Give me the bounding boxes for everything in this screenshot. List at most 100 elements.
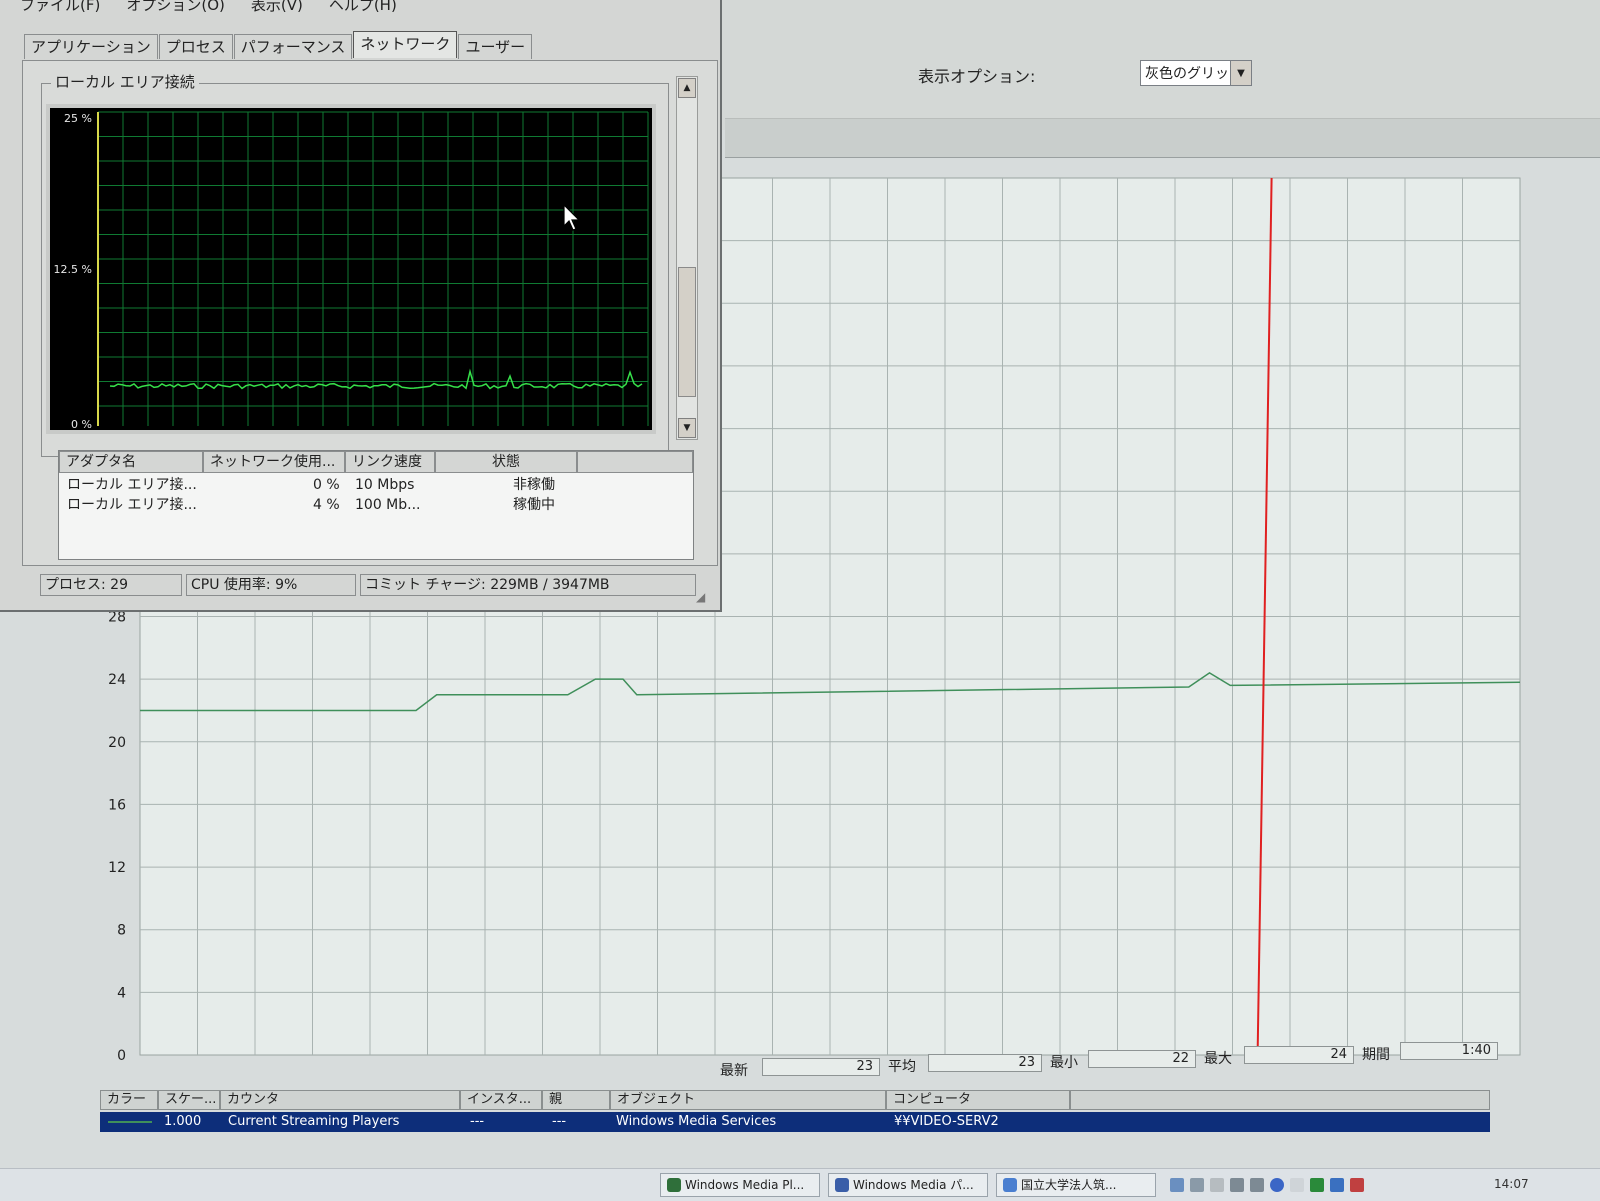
stat-max-value: 24: [1244, 1046, 1354, 1064]
adapter-state: 非稼働: [513, 477, 555, 493]
grid-option-value: 灰色のグリッド: [1145, 66, 1230, 82]
counter-color-swatch: [108, 1121, 152, 1123]
graph-y-label: 25 %: [64, 112, 92, 125]
stat-min-label: 最小: [1050, 1055, 1078, 1071]
taskbar-clock[interactable]: 14:07: [1494, 1177, 1529, 1191]
counter-scale: 1.000: [164, 1114, 202, 1129]
perf-y-tick-label: 20: [108, 735, 126, 751]
tab-performance[interactable]: パフォーマンス: [233, 34, 353, 59]
adapter-speed: 100 Mb...: [355, 497, 421, 513]
grid-option-select[interactable]: 灰色のグリッド ▼: [1140, 60, 1252, 86]
scroll-thumb[interactable]: [678, 267, 696, 397]
perf-y-tick-label: 16: [108, 797, 126, 813]
perf-y-tick-label: 12: [108, 860, 126, 876]
stat-avg-value: 23: [928, 1054, 1042, 1072]
chevron-down-icon[interactable]: ▼: [1230, 61, 1251, 85]
stat-duration-value: 1:40: [1400, 1042, 1498, 1060]
counter-name: Current Streaming Players: [228, 1114, 400, 1129]
task-manager-window: ファイル(F) オプション(O) 表示(V) ヘルプ(H) アプリケーション プ…: [0, 0, 722, 612]
column-header-spacer: [577, 451, 693, 473]
media-player-icon: [667, 1178, 681, 1192]
column-header-object[interactable]: オブジェクト: [610, 1090, 886, 1110]
tab-users[interactable]: ユーザー: [458, 34, 533, 59]
tray-monitor-icon[interactable]: [1310, 1178, 1324, 1192]
counter-table: カラー スケー... カウンタ インスタ... 親 オブジェクト コンピュータ …: [100, 1090, 1490, 1140]
network-usage-graph: 25 % 12.5 % 0 %: [46, 104, 656, 434]
graph-scrollbar[interactable]: ▲ ▼: [676, 76, 698, 440]
tray-network-icon[interactable]: [1170, 1178, 1184, 1192]
column-header-counter[interactable]: カウンタ: [220, 1090, 460, 1110]
taskbar-button-media-player[interactable]: Windows Media Pl...: [660, 1173, 820, 1197]
menu-view[interactable]: 表示(V): [251, 0, 303, 20]
column-header-usage[interactable]: ネットワーク使用...: [203, 451, 345, 473]
stat-min-value: 22: [1088, 1050, 1196, 1068]
status-processes: プロセス: 29: [40, 574, 182, 596]
column-header-state[interactable]: 状態: [435, 451, 577, 473]
tab-networking[interactable]: ネットワーク: [353, 31, 458, 58]
perf-toolbar-strip: [725, 118, 1600, 158]
tray-volume-icon[interactable]: [1190, 1178, 1204, 1192]
tray-keyboard-icon[interactable]: [1230, 1178, 1244, 1192]
column-header-parent[interactable]: 親: [542, 1090, 610, 1110]
adapter-table: アダプタ名 ネットワーク使用... リンク速度 状態 ローカル エリア接... …: [58, 450, 694, 560]
column-header-computer[interactable]: コンピュータ: [886, 1090, 1070, 1110]
display-options-label: 表示オプション:: [918, 67, 1036, 86]
taskbar-button-label: Windows Media Pl...: [685, 1178, 805, 1192]
menu-file[interactable]: ファイル(F): [20, 0, 100, 20]
status-cpu: CPU 使用率: 9%: [186, 574, 356, 596]
taskbar: Windows Media Pl... Windows Media パ... 国…: [0, 1168, 1600, 1201]
graph-y-label: 0 %: [71, 418, 92, 431]
taskbar-button-label: Windows Media パ...: [853, 1178, 974, 1192]
menu-bar: ファイル(F) オプション(O) 表示(V) ヘルプ(H): [0, 0, 720, 20]
counter-parent: ---: [552, 1114, 567, 1129]
table-row[interactable]: 1.000 Current Streaming Players --- --- …: [100, 1112, 1490, 1132]
table-row[interactable]: ローカル エリア接... 4 % 100 Mb... 稼働中: [59, 495, 693, 515]
tab-strip: アプリケーション プロセス パフォーマンス ネットワーク ユーザー: [24, 31, 533, 60]
system-tray: [1170, 1171, 1500, 1199]
adapter-name: ローカル エリア接...: [67, 477, 197, 493]
stat-last-value: 23: [762, 1058, 880, 1076]
counter-object: Windows Media Services: [616, 1114, 777, 1129]
scroll-down-icon[interactable]: ▼: [678, 418, 696, 438]
taskbar-button-label: 国立大学法人筑...: [1021, 1178, 1117, 1192]
column-header-instance[interactable]: インスタ...: [460, 1090, 542, 1110]
help-icon[interactable]: [1270, 1178, 1284, 1192]
menu-options[interactable]: オプション(O): [126, 0, 225, 20]
perf-y-tick-label: 24: [108, 672, 126, 688]
counter-computer: ¥¥VIDEO-SERV2: [894, 1114, 999, 1129]
tray-pad-icon[interactable]: [1250, 1178, 1264, 1192]
tray-alert-icon[interactable]: [1350, 1178, 1364, 1192]
perf-y-tick-label: 0: [117, 1048, 126, 1064]
mouse-cursor-icon: [563, 204, 581, 231]
menu-help[interactable]: ヘルプ(H): [329, 0, 397, 20]
tab-applications[interactable]: アプリケーション: [24, 34, 158, 59]
browser-icon: [1003, 1178, 1017, 1192]
stat-last-label: 最新: [720, 1063, 748, 1079]
stat-duration-label: 期間: [1362, 1047, 1390, 1063]
graph-y-label: 12.5 %: [54, 263, 92, 276]
tab-processes[interactable]: プロセス: [158, 34, 233, 59]
adapter-usage: 4 %: [313, 497, 340, 513]
scroll-up-icon[interactable]: ▲: [678, 78, 696, 98]
adapter-usage: 0 %: [313, 477, 340, 493]
adapter-speed: 10 Mbps: [355, 477, 415, 493]
taskbar-button-browser[interactable]: 国立大学法人筑...: [996, 1173, 1156, 1197]
column-header-adapter[interactable]: アダプタ名: [59, 451, 203, 473]
column-header-color[interactable]: カラー: [100, 1090, 158, 1110]
stat-avg-label: 平均: [888, 1059, 916, 1075]
table-row[interactable]: ローカル エリア接... 0 % 10 Mbps 非稼働: [59, 475, 693, 495]
column-header-scale[interactable]: スケー...: [158, 1090, 220, 1110]
tray-security-icon[interactable]: [1330, 1178, 1344, 1192]
status-bar: プロセス: 29 CPU 使用率: 9% コミット チャージ: 229MB / …: [40, 572, 720, 598]
taskbar-button-media-services[interactable]: Windows Media パ...: [828, 1173, 988, 1197]
counter-instance: ---: [470, 1114, 485, 1129]
tray-caps-icon[interactable]: [1290, 1178, 1304, 1192]
tray-ime-icon[interactable]: [1210, 1178, 1224, 1192]
media-services-icon: [835, 1178, 849, 1192]
perf-y-tick-label: 8: [117, 923, 126, 939]
column-header-link-speed[interactable]: リンク速度: [345, 451, 435, 473]
stat-max-label: 最大: [1204, 1051, 1232, 1067]
perf-y-tick-label: 4: [117, 985, 126, 1001]
adapter-name: ローカル エリア接...: [67, 497, 197, 513]
resize-grip-icon[interactable]: ◢: [696, 590, 705, 604]
